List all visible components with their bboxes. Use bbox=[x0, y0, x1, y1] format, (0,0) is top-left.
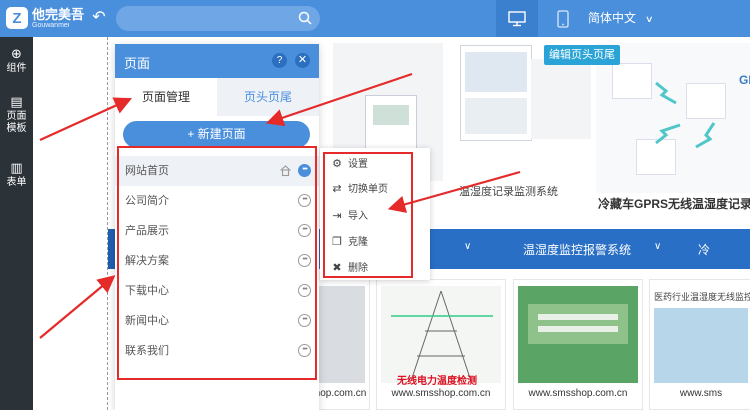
menu-item-import[interactable]: ⇥ 导入 bbox=[330, 206, 420, 226]
panel-tabs: 页面管理 页头页尾 bbox=[115, 78, 319, 116]
page-row[interactable]: 解决方案 ••• bbox=[115, 246, 319, 276]
page-context-menu: ⚙ 设置 ⇄ 切换单页 ⇥ 导入 ❐ 克隆 ✖ 删除 bbox=[320, 148, 430, 280]
product-caption: 无线电力温度检测 bbox=[397, 376, 477, 387]
page-row[interactable]: 联系我们 ••• bbox=[115, 336, 319, 366]
undo-icon[interactable]: ↶ bbox=[90, 9, 108, 27]
search-icon[interactable] bbox=[298, 11, 312, 25]
home-icon[interactable] bbox=[279, 164, 292, 177]
logo-mark-icon: Z bbox=[6, 7, 28, 29]
chevron-down-icon: ∨ bbox=[645, 14, 654, 24]
menu-item-delete[interactable]: ✖ 删除 bbox=[330, 258, 420, 278]
page-panel: 页面 ? ✕ 页面管理 页头页尾 + 新建页面 网站首页 ••• 公司简介 ••… bbox=[115, 44, 319, 410]
caption-truck: 冷藏车GPRS无线温湿度记录 bbox=[598, 197, 750, 211]
clipboard-icon: ▥ bbox=[10, 160, 23, 175]
logo: Z 他完美吾 Gouwanmei bbox=[6, 5, 86, 31]
more-options-icon[interactable]: ••• bbox=[298, 344, 311, 357]
tool-components[interactable]: ⊕ 组件 bbox=[0, 47, 33, 75]
chevron-down-icon: ∨ bbox=[464, 241, 472, 252]
menu-item-clone[interactable]: ❐ 克隆 bbox=[330, 232, 420, 252]
edit-header-footer-button[interactable]: 编辑页头页尾 bbox=[544, 45, 620, 65]
menu-label: 切换单页 bbox=[348, 184, 388, 195]
tool-label: 组件 bbox=[6, 63, 27, 74]
canvas-guide-line bbox=[107, 37, 108, 410]
import-icon: ⇥ bbox=[332, 210, 342, 222]
shuffle-icon: ⇄ bbox=[332, 183, 342, 195]
page-row[interactable]: 公司简介 ••• bbox=[115, 186, 319, 216]
close-icon[interactable]: ✕ bbox=[295, 53, 310, 68]
menu-label: 导入 bbox=[348, 211, 368, 222]
new-page-button[interactable]: + 新建页面 bbox=[123, 121, 310, 148]
desktop-view-button[interactable] bbox=[496, 0, 538, 37]
more-options-icon[interactable]: ••• bbox=[298, 224, 311, 237]
page-label: 下载中心 bbox=[125, 285, 169, 297]
product-card[interactable]: 医药行业温湿度无线监控系 www.sms bbox=[649, 279, 750, 410]
more-options-icon[interactable]: ••• bbox=[298, 284, 311, 297]
logo-text-cn: 他完美吾 bbox=[32, 6, 85, 22]
page-label: 产品展示 bbox=[125, 225, 169, 237]
product-image bbox=[654, 308, 748, 383]
search-input[interactable] bbox=[116, 6, 320, 31]
product-url: www.sms bbox=[679, 388, 723, 399]
caption-gprs: GPI bbox=[739, 73, 750, 87]
product-image bbox=[381, 286, 501, 383]
page-list: 网站首页 ••• 公司简介 ••• 产品展示 ••• 解决方案 ••• 下载中心… bbox=[115, 156, 319, 366]
top-bar: Z 他完美吾 Gouwanmei ↶ 简体中文 ∨ bbox=[0, 0, 750, 37]
logo-text-en: Gouwanmei bbox=[32, 21, 70, 29]
product-card[interactable]: www.smsshop.com.cn bbox=[513, 279, 643, 410]
language-label: 简体中文 bbox=[588, 11, 637, 25]
nav-item-monitoring[interactable]: 温湿度监控报警系统 bbox=[523, 241, 631, 258]
page-row[interactable]: 产品展示 ••• bbox=[115, 216, 319, 246]
menu-label: 删除 bbox=[348, 263, 368, 274]
page-label: 公司简介 bbox=[125, 195, 169, 207]
monitor-icon bbox=[508, 10, 526, 26]
product-caption: 医药行业温湿度无线监控系 bbox=[654, 292, 750, 302]
more-options-icon[interactable]: ••• bbox=[298, 194, 311, 207]
more-options-icon[interactable]: ••• bbox=[298, 254, 311, 267]
tool-label: 页面模板 bbox=[6, 111, 27, 134]
tool-label: 表单 bbox=[6, 177, 27, 188]
product-image-screenshot bbox=[460, 45, 532, 141]
product-image bbox=[518, 286, 638, 383]
clone-icon: ❐ bbox=[332, 236, 342, 248]
more-options-icon[interactable]: ••• bbox=[298, 314, 311, 327]
tool-page-templates[interactable]: ▤ 页面模板 bbox=[0, 95, 33, 135]
product-url: www.smsshop.com.cn bbox=[528, 388, 628, 399]
document-icon: ▤ bbox=[10, 94, 23, 109]
tab-page-management[interactable]: 页面管理 bbox=[115, 78, 217, 116]
caption-recorder: 温湿度记录监测系统 bbox=[459, 186, 558, 198]
product-card[interactable]: 无线电力温度检测 www.smsshop.com.cn bbox=[376, 279, 506, 410]
product-url: www.smsshop.com.cn bbox=[391, 388, 491, 399]
mobile-view-button[interactable] bbox=[542, 0, 584, 37]
tool-forms[interactable]: ▥ 表单 bbox=[0, 161, 33, 189]
page-label: 新闻中心 bbox=[125, 315, 169, 327]
product-image bbox=[311, 286, 365, 383]
menu-label: 设置 bbox=[348, 159, 368, 170]
page-row[interactable]: 下载中心 ••• bbox=[115, 276, 319, 306]
nav-item-cold[interactable]: 冷 bbox=[698, 241, 710, 258]
product-image-gprs bbox=[596, 43, 750, 193]
page-row[interactable]: 新闻中心 ••• bbox=[115, 306, 319, 336]
phone-icon bbox=[557, 9, 569, 28]
page-label: 联系我们 bbox=[125, 345, 169, 357]
more-options-icon[interactable]: ••• bbox=[298, 164, 311, 177]
menu-label: 克隆 bbox=[348, 237, 368, 248]
menu-item-settings[interactable]: ⚙ 设置 bbox=[330, 154, 420, 174]
language-select[interactable]: 简体中文 ∨ bbox=[588, 0, 654, 37]
page-row-home[interactable]: 网站首页 ••• bbox=[115, 156, 319, 186]
help-icon[interactable]: ? bbox=[272, 53, 287, 68]
trash-icon: ✖ bbox=[332, 262, 342, 274]
chevron-down-icon: ∨ bbox=[654, 241, 662, 252]
gear-icon: ⚙ bbox=[332, 158, 342, 170]
left-toolbar: ⊕ 组件 ▤ 页面模板 ▥ 表单 bbox=[0, 37, 33, 410]
menu-item-switch-single[interactable]: ⇄ 切换单页 bbox=[330, 179, 420, 199]
page-label: 解决方案 bbox=[125, 255, 169, 267]
tab-header-footer[interactable]: 页头页尾 bbox=[217, 78, 319, 116]
product-image-sensor bbox=[531, 59, 591, 139]
plus-circle-icon: ⊕ bbox=[11, 46, 22, 61]
panel-header: 页面 ? ✕ bbox=[115, 44, 319, 78]
panel-title: 页面 bbox=[124, 56, 151, 71]
page-label: 网站首页 bbox=[125, 165, 169, 177]
